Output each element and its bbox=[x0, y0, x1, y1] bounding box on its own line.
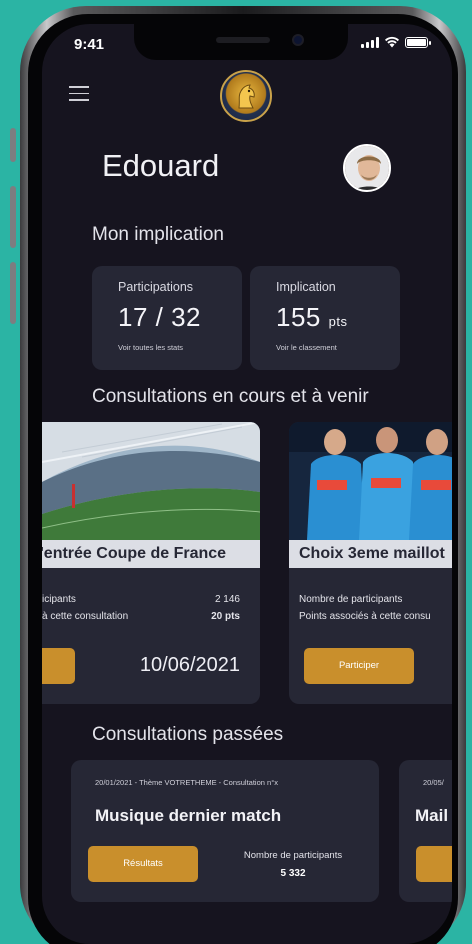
hamburger-menu-icon[interactable] bbox=[69, 86, 89, 106]
past-consultations-title: Consultations passées bbox=[92, 724, 284, 745]
user-name: Edouard bbox=[102, 148, 220, 183]
participations-label: Participations bbox=[118, 280, 194, 294]
avatar-image bbox=[345, 146, 389, 190]
status-time: 9:41 bbox=[74, 36, 105, 53]
points-value: 20 pts bbox=[211, 611, 240, 622]
results-button[interactable] bbox=[416, 846, 452, 882]
implication-card[interactable]: Implication 155 pts Voir le classement bbox=[250, 266, 400, 370]
past-consultation-card[interactable]: 20/05/ Mail bbox=[399, 760, 452, 902]
participants-label: icipants bbox=[42, 594, 76, 605]
horse-head-icon bbox=[238, 84, 255, 109]
current-consultations-title: Consultations en cours et à venir bbox=[92, 386, 369, 407]
participate-button[interactable] bbox=[42, 648, 75, 684]
jerseys-image bbox=[289, 422, 452, 540]
club-crest-icon[interactable] bbox=[220, 70, 272, 122]
implication-unit: pts bbox=[328, 314, 348, 329]
consultation-card[interactable]: 'entrée Coupe de France icipants 2 146 à… bbox=[42, 422, 260, 704]
results-button[interactable]: Résultats bbox=[88, 846, 198, 882]
points-row: à cette consultation 20 pts bbox=[42, 611, 260, 622]
participants-value: 2 146 bbox=[214, 594, 240, 605]
mute-switch bbox=[10, 128, 16, 162]
past-consultation-card[interactable]: 20/01/2021 - Thème VOTRETHEME - Consulta… bbox=[71, 760, 379, 902]
app-screen: 9:41 Edouard Mon implication Participati… bbox=[42, 24, 452, 944]
signal-icon bbox=[361, 36, 379, 48]
volume-down-button bbox=[10, 262, 16, 324]
implication-label: Implication bbox=[276, 280, 336, 294]
notch bbox=[134, 24, 348, 60]
participants-label: Nombre de participants bbox=[243, 850, 343, 861]
wifi-icon bbox=[385, 36, 399, 48]
volume-up-button bbox=[10, 186, 16, 248]
status-icons bbox=[361, 36, 431, 48]
participations-card[interactable]: Participations 17 / 32 Voir toutes les s… bbox=[92, 266, 242, 370]
consultation-title: Mail bbox=[415, 806, 449, 825]
consultation-card[interactable]: Choix 3eme maillot Nombre de participant… bbox=[289, 422, 452, 704]
participants-value: 5 332 bbox=[280, 868, 306, 879]
consultation-title: Musique dernier match bbox=[95, 806, 282, 825]
front-camera bbox=[292, 34, 304, 46]
speaker bbox=[216, 37, 270, 43]
participants-row: Nombre de participants bbox=[299, 594, 452, 605]
user-avatar[interactable] bbox=[343, 144, 391, 192]
points-label: Points associés à cette consu bbox=[299, 611, 431, 622]
participants-label: Nombre de participants bbox=[299, 594, 403, 605]
consultation-title: Choix 3eme maillot bbox=[289, 540, 452, 568]
consultation-date: 10/06/2021 bbox=[139, 654, 240, 676]
implication-value: 155 pts bbox=[276, 302, 400, 333]
implication-points: 155 bbox=[276, 302, 321, 332]
implication-title: Mon implication bbox=[92, 224, 224, 245]
consultation-title: 'entrée Coupe de France bbox=[42, 540, 260, 568]
participants-row: icipants 2 146 bbox=[42, 594, 260, 605]
points-label: à cette consultation bbox=[42, 611, 129, 622]
stadium-image bbox=[42, 422, 260, 540]
points-row: Points associés à cette consu bbox=[299, 611, 452, 622]
participate-button[interactable]: Participer bbox=[304, 648, 414, 684]
consultation-meta: 20/01/2021 - Thème VOTRETHEME - Consulta… bbox=[95, 778, 278, 787]
consultation-meta: 20/05/ bbox=[423, 778, 444, 787]
stats-link[interactable]: Voir toutes les stats bbox=[118, 343, 242, 352]
battery-icon bbox=[405, 36, 431, 48]
participations-value: 17 / 32 bbox=[118, 302, 202, 332]
ranking-link[interactable]: Voir le classement bbox=[276, 343, 400, 352]
